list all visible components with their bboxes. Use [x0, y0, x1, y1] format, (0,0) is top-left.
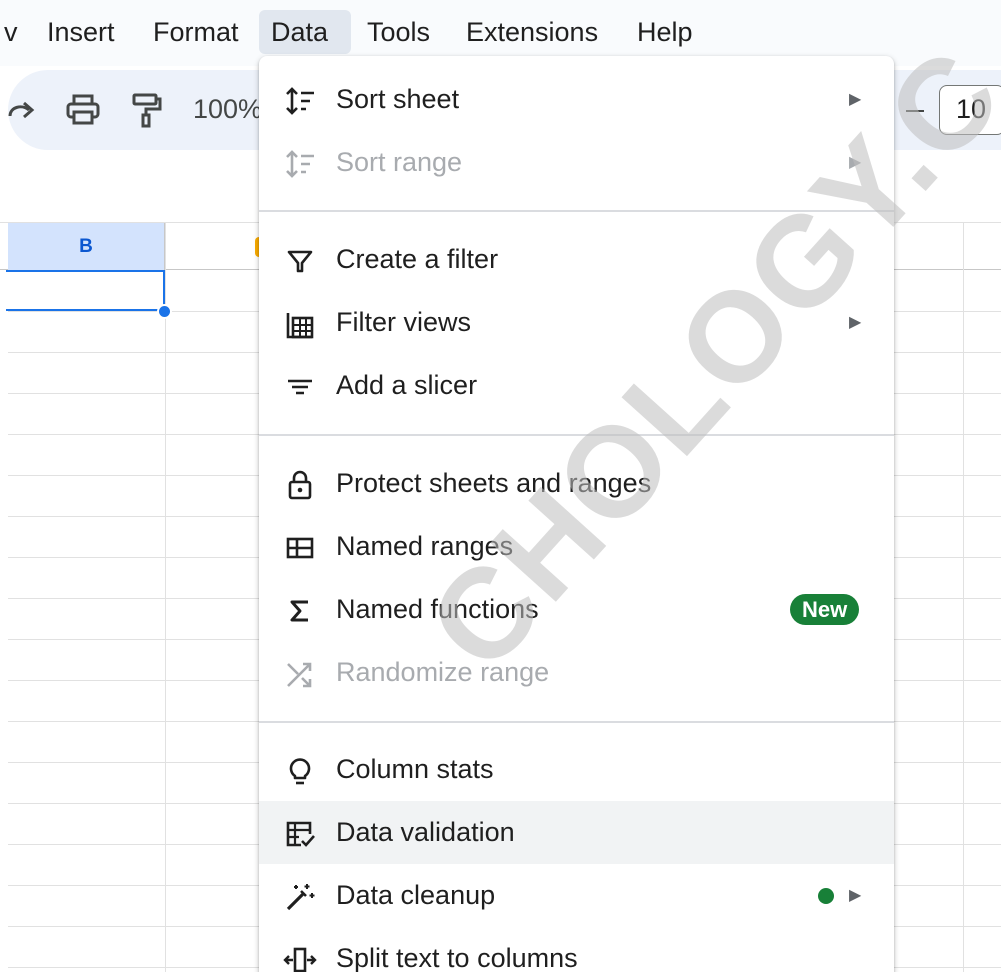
data-menu-dropdown: Sort sheet ▶ Sort range ▶ Create a filte…: [259, 56, 894, 972]
font-size-input[interactable]: 10: [939, 85, 1001, 135]
new-badge: New: [790, 594, 860, 625]
menu-separator: [259, 210, 894, 212]
menu-item-label: Add a slicer: [336, 370, 478, 400]
menu-item-label: Data validation: [336, 817, 515, 847]
menu-item-label: Column stats: [336, 754, 494, 784]
menu-extensions[interactable]: Extensions: [454, 10, 610, 54]
menu-item-create-filter[interactable]: Create a filter: [259, 228, 894, 291]
menu-item-label: Named functions: [336, 594, 539, 624]
data-validation-icon: [283, 817, 317, 851]
menu-item-label: Data cleanup: [336, 880, 496, 910]
submenu-arrow-icon: ▶: [849, 154, 862, 171]
menu-item-label: Create a filter: [336, 244, 499, 274]
menu-item-sort-range: Sort range ▶: [259, 131, 894, 194]
menu-item-label: Named ranges: [336, 531, 514, 561]
menu-item-sort-sheet[interactable]: Sort sheet ▶: [259, 68, 894, 131]
status-dot: [818, 888, 834, 904]
menu-item-data-cleanup[interactable]: Data cleanup ▶: [259, 864, 894, 927]
redo-icon[interactable]: [2, 90, 42, 130]
menu-item-named-ranges[interactable]: Named ranges: [259, 515, 894, 578]
named-ranges-icon: [283, 531, 317, 565]
submenu-arrow-icon: ▶: [849, 91, 862, 108]
menu-item-protect-sheets[interactable]: Protect sheets and ranges: [259, 452, 894, 515]
menu-item-filter-views[interactable]: Filter views ▶: [259, 291, 894, 354]
zoom-select[interactable]: 100%: [193, 94, 262, 125]
menu-item-split-text[interactable]: Split text to columns: [259, 927, 894, 972]
shuffle-icon: [283, 657, 317, 691]
menu-item-label: Split text to columns: [336, 943, 578, 972]
print-icon[interactable]: [63, 90, 103, 130]
split-columns-icon: [283, 943, 317, 972]
menu-data[interactable]: Data: [259, 10, 351, 54]
menu-separator: [259, 721, 894, 723]
column-header-b[interactable]: B: [8, 223, 165, 270]
menu-item-column-stats[interactable]: Column stats: [259, 738, 894, 801]
menu-help[interactable]: Help: [625, 10, 705, 54]
sort-range-icon: [283, 147, 317, 181]
sigma-icon: [283, 594, 317, 628]
menu-item-data-validation[interactable]: Data validation: [259, 801, 894, 864]
sort-icon: [283, 84, 317, 118]
menu-insert[interactable]: Insert: [35, 10, 127, 54]
menu-item-label: Sort range: [336, 147, 463, 177]
menu-view[interactable]: v: [0, 10, 30, 54]
submenu-arrow-icon: ▶: [849, 314, 862, 331]
filter-icon: [283, 244, 317, 278]
menu-tools[interactable]: Tools: [355, 10, 442, 54]
menu-item-label: Randomize range: [336, 657, 550, 687]
lightbulb-icon: [283, 754, 317, 788]
menu-separator: [259, 434, 894, 436]
lock-icon: [283, 468, 317, 502]
grid-line: [165, 222, 166, 972]
slicer-icon: [283, 370, 317, 404]
magic-wand-icon: [283, 880, 317, 914]
filter-views-icon: [283, 307, 317, 341]
menu-item-randomize-range: Randomize range: [259, 641, 894, 704]
menu-item-named-functions[interactable]: Named functions New: [259, 578, 894, 641]
fill-handle[interactable]: [157, 304, 172, 319]
menu-item-label: Sort sheet: [336, 84, 460, 114]
submenu-arrow-icon: ▶: [849, 887, 862, 904]
decrease-font-size-icon[interactable]: [906, 110, 924, 112]
menu-format[interactable]: Format: [141, 10, 251, 54]
selected-cell[interactable]: [6, 270, 165, 311]
grid-line: [963, 222, 964, 972]
menu-item-label: Filter views: [336, 307, 472, 337]
menu-item-add-slicer[interactable]: Add a slicer: [259, 354, 894, 417]
menu-item-label: Protect sheets and ranges: [336, 468, 652, 498]
paint-format-icon[interactable]: [126, 90, 166, 130]
